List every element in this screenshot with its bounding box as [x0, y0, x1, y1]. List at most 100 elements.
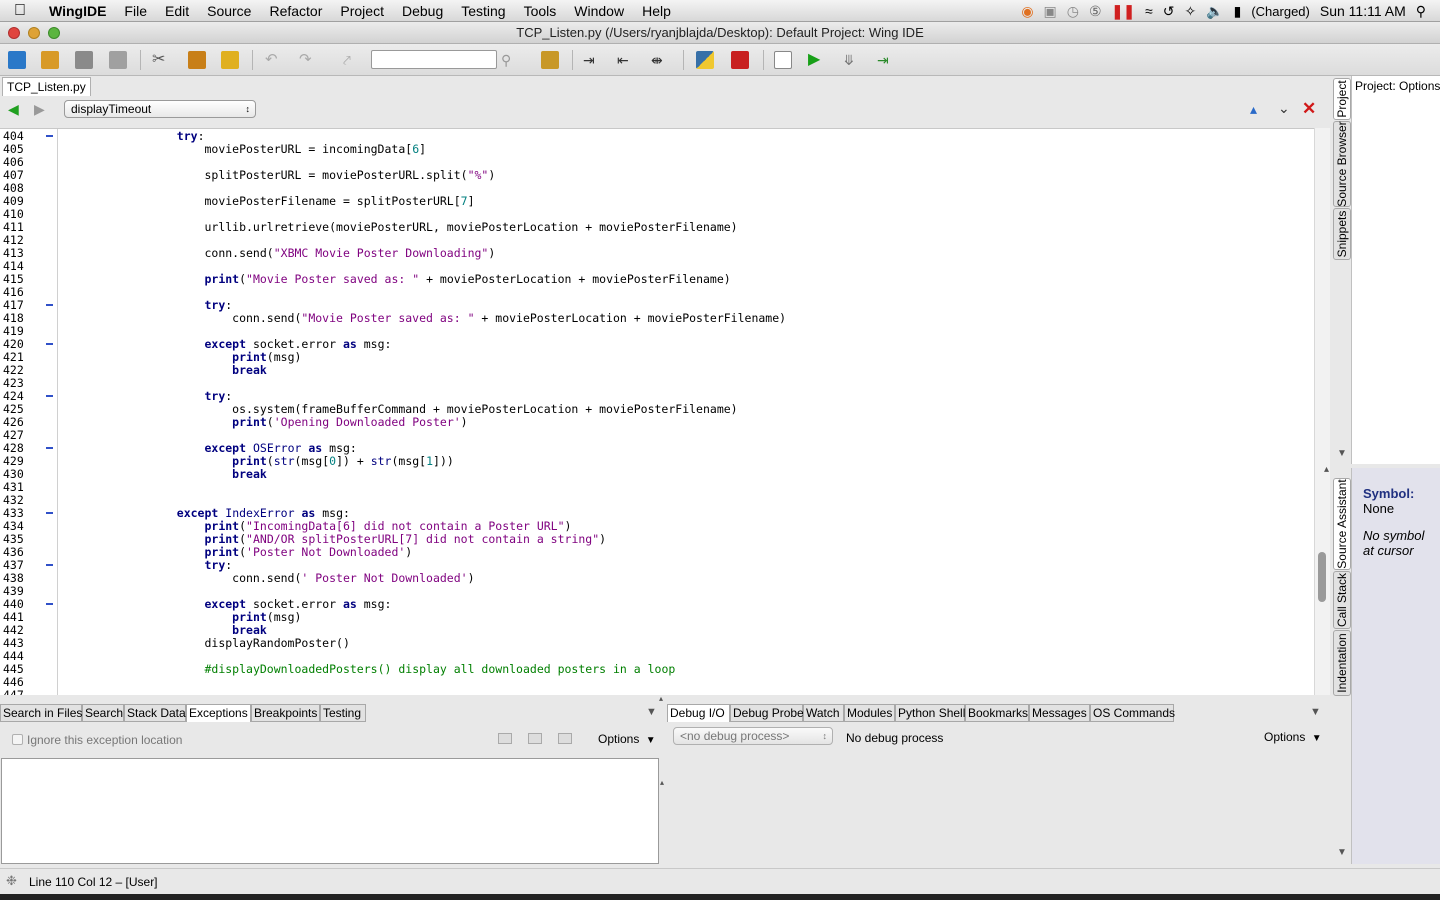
fold-marker-icon[interactable] — [46, 564, 53, 566]
tab-search[interactable]: Search — [82, 704, 124, 722]
tab-messages[interactable]: Messages — [1029, 704, 1090, 722]
outdent-icon[interactable]: ⇤ — [617, 51, 635, 69]
fold-marker-icon[interactable] — [46, 447, 53, 449]
chevron-down-icon[interactable]: ▼ — [1310, 706, 1321, 718]
step-into-icon[interactable]: ⤋ — [843, 51, 861, 69]
menu-source[interactable]: Source — [198, 3, 260, 19]
editor-scrollbar-thumb[interactable] — [1318, 552, 1326, 602]
tab-indentation[interactable]: Indentation — [1333, 630, 1351, 696]
python-icon[interactable] — [696, 51, 714, 69]
code-line[interactable]: 418 conn.send("Movie Poster saved as: " … — [0, 312, 1314, 325]
save-icon[interactable] — [75, 51, 93, 69]
clock[interactable]: Sun 11:11 AM — [1320, 3, 1406, 19]
chevron-down-icon[interactable]: ▼ — [1337, 847, 1347, 858]
menu-tools[interactable]: Tools — [515, 3, 566, 19]
tab-stack-data[interactable]: Stack Data — [124, 704, 186, 722]
close-icon[interactable]: ✕ — [1302, 99, 1316, 119]
save-all-icon[interactable] — [109, 51, 127, 69]
ignore-checkbox[interactable] — [12, 734, 23, 745]
tab-watch[interactable]: Watch — [803, 704, 844, 722]
tab-tcp-listen[interactable]: TCP_Listen.py — [2, 77, 91, 96]
chevron-down-icon[interactable]: ▼ — [1337, 448, 1347, 459]
code-line[interactable]: 430 break — [0, 468, 1314, 481]
code-editor[interactable]: 404 try: 405 moviePosterURL = incomingDat… — [0, 128, 1314, 695]
pause-icon[interactable]: ❚❚ — [1112, 3, 1135, 20]
code-line[interactable]: 443 displayRandomPoster() — [0, 637, 1314, 650]
toolbar-search-input[interactable] — [371, 50, 497, 69]
code-line[interactable]: 431 — [0, 481, 1314, 494]
menu-project[interactable]: Project — [331, 3, 393, 19]
tab-exceptions[interactable]: Exceptions — [186, 704, 251, 722]
paste-icon[interactable] — [221, 51, 239, 69]
code-line[interactable]: 413 conn.send("XBMC Movie Poster Downloa… — [0, 247, 1314, 260]
code-line[interactable]: 415 print("Movie Poster saved as: " + mo… — [0, 273, 1314, 286]
forward-arrow-icon[interactable]: ▶ — [34, 101, 45, 118]
battery-icon[interactable]: ▮ — [1234, 3, 1242, 20]
code-line[interactable]: 409 moviePosterFilename = splitPosterURL… — [0, 195, 1314, 208]
code-line[interactable]: 438 conn.send(' Poster Not Downloaded') — [0, 572, 1314, 585]
menu-debug[interactable]: Debug — [393, 3, 452, 19]
menu-file[interactable]: File — [115, 3, 156, 19]
tab-project[interactable]: Project — [1333, 78, 1351, 120]
chevron-down-icon[interactable]: ▼ — [646, 706, 657, 718]
zoom-window-button[interactable] — [48, 27, 60, 39]
lock-icon[interactable]: ▣ — [1044, 3, 1057, 20]
project-panel-title[interactable]: Project: Options — [1352, 76, 1440, 93]
open-file-icon[interactable] — [41, 51, 59, 69]
fold-marker-icon[interactable] — [46, 304, 53, 306]
app-menu[interactable]: WingIDE — [40, 3, 115, 19]
editor-scrollbar[interactable] — [1314, 128, 1330, 695]
volume-icon[interactable]: 🔈 — [1206, 3, 1223, 20]
chevron-down-icon[interactable]: ⌄ — [1278, 100, 1290, 117]
spellcheck-icon[interactable] — [541, 51, 559, 69]
exceptions-output-area[interactable] — [1, 758, 659, 864]
code-line[interactable]: 426 print('Opening Downloaded Poster') — [0, 416, 1314, 429]
tab-breakpoints[interactable]: Breakpoints — [251, 704, 320, 722]
time-machine-icon[interactable]: ↺ — [1163, 3, 1175, 20]
fold-marker-icon[interactable] — [46, 395, 53, 397]
code-line[interactable]: 447 — [0, 689, 1314, 696]
tab-call-stack[interactable]: Call Stack — [1333, 571, 1351, 629]
search-icon[interactable]: ⚲ — [501, 51, 519, 69]
tab-debug-probe[interactable]: Debug Probe — [730, 704, 804, 722]
tab-source-assistant[interactable]: Source Assistant — [1333, 478, 1351, 570]
back-arrow-icon[interactable]: ◀ — [8, 101, 19, 118]
exception-action-icon-2[interactable] — [528, 733, 542, 744]
minimize-window-button[interactable] — [28, 27, 40, 39]
menu-help[interactable]: Help — [633, 3, 680, 19]
wifi-icon[interactable]: ≈ — [1145, 3, 1153, 19]
debug-process-select[interactable]: <no debug process> ↕ — [673, 727, 833, 745]
spotlight-icon[interactable]: ⚲ — [1416, 3, 1426, 20]
code-line[interactable]: 405 moviePosterURL = incomingData[6] — [0, 143, 1314, 156]
tab-testing[interactable]: Testing — [320, 704, 366, 722]
indent-toggle-icon[interactable]: ⇼ — [651, 51, 669, 69]
fold-marker-icon[interactable] — [46, 603, 53, 605]
tab-python-shell[interactable]: Python Shell — [895, 704, 965, 722]
redo-icon[interactable]: ↷ — [299, 51, 317, 69]
bluetooth-icon[interactable]: ✧ — [1184, 3, 1196, 20]
fold-marker-icon[interactable] — [46, 512, 53, 514]
exception-action-icon-3[interactable] — [558, 733, 572, 744]
step-out-icon[interactable]: ⇥ — [877, 51, 895, 69]
menu-edit[interactable]: Edit — [156, 3, 198, 19]
tab-snippets[interactable]: Snippets — [1333, 208, 1351, 260]
function-selector[interactable]: displayTimeout ↕ — [64, 100, 256, 118]
resize-grip-icon[interactable]: ▴ — [659, 694, 663, 703]
copy-icon[interactable] — [188, 51, 206, 69]
code-line[interactable]: 411 urllib.urlretrieve(moviePosterURL, m… — [0, 221, 1314, 234]
menu-window[interactable]: Window — [565, 3, 633, 19]
code-line[interactable]: 407 splitPosterURL = moviePosterURL.spli… — [0, 169, 1314, 182]
fold-marker-icon[interactable] — [46, 135, 53, 137]
resize-grip-icon[interactable]: ▴ — [1324, 464, 1329, 475]
cut-icon[interactable]: ✂ — [152, 51, 170, 69]
exceptions-options-button[interactable]: Options ▼ — [598, 732, 656, 746]
badge-5-icon[interactable]: ⑤ — [1089, 3, 1102, 20]
run-icon[interactable]: ▶ — [808, 51, 826, 69]
pdf-icon[interactable] — [731, 51, 749, 69]
bug-icon[interactable]: ❉ — [6, 873, 17, 889]
resize-grip-icon[interactable]: ▴ — [660, 778, 664, 787]
indent-icon[interactable]: ⇥ — [583, 51, 601, 69]
undo-icon[interactable]: ↶ — [265, 51, 283, 69]
close-window-button[interactable] — [8, 27, 20, 39]
stopwatch-icon[interactable]: ◷ — [1067, 3, 1079, 20]
